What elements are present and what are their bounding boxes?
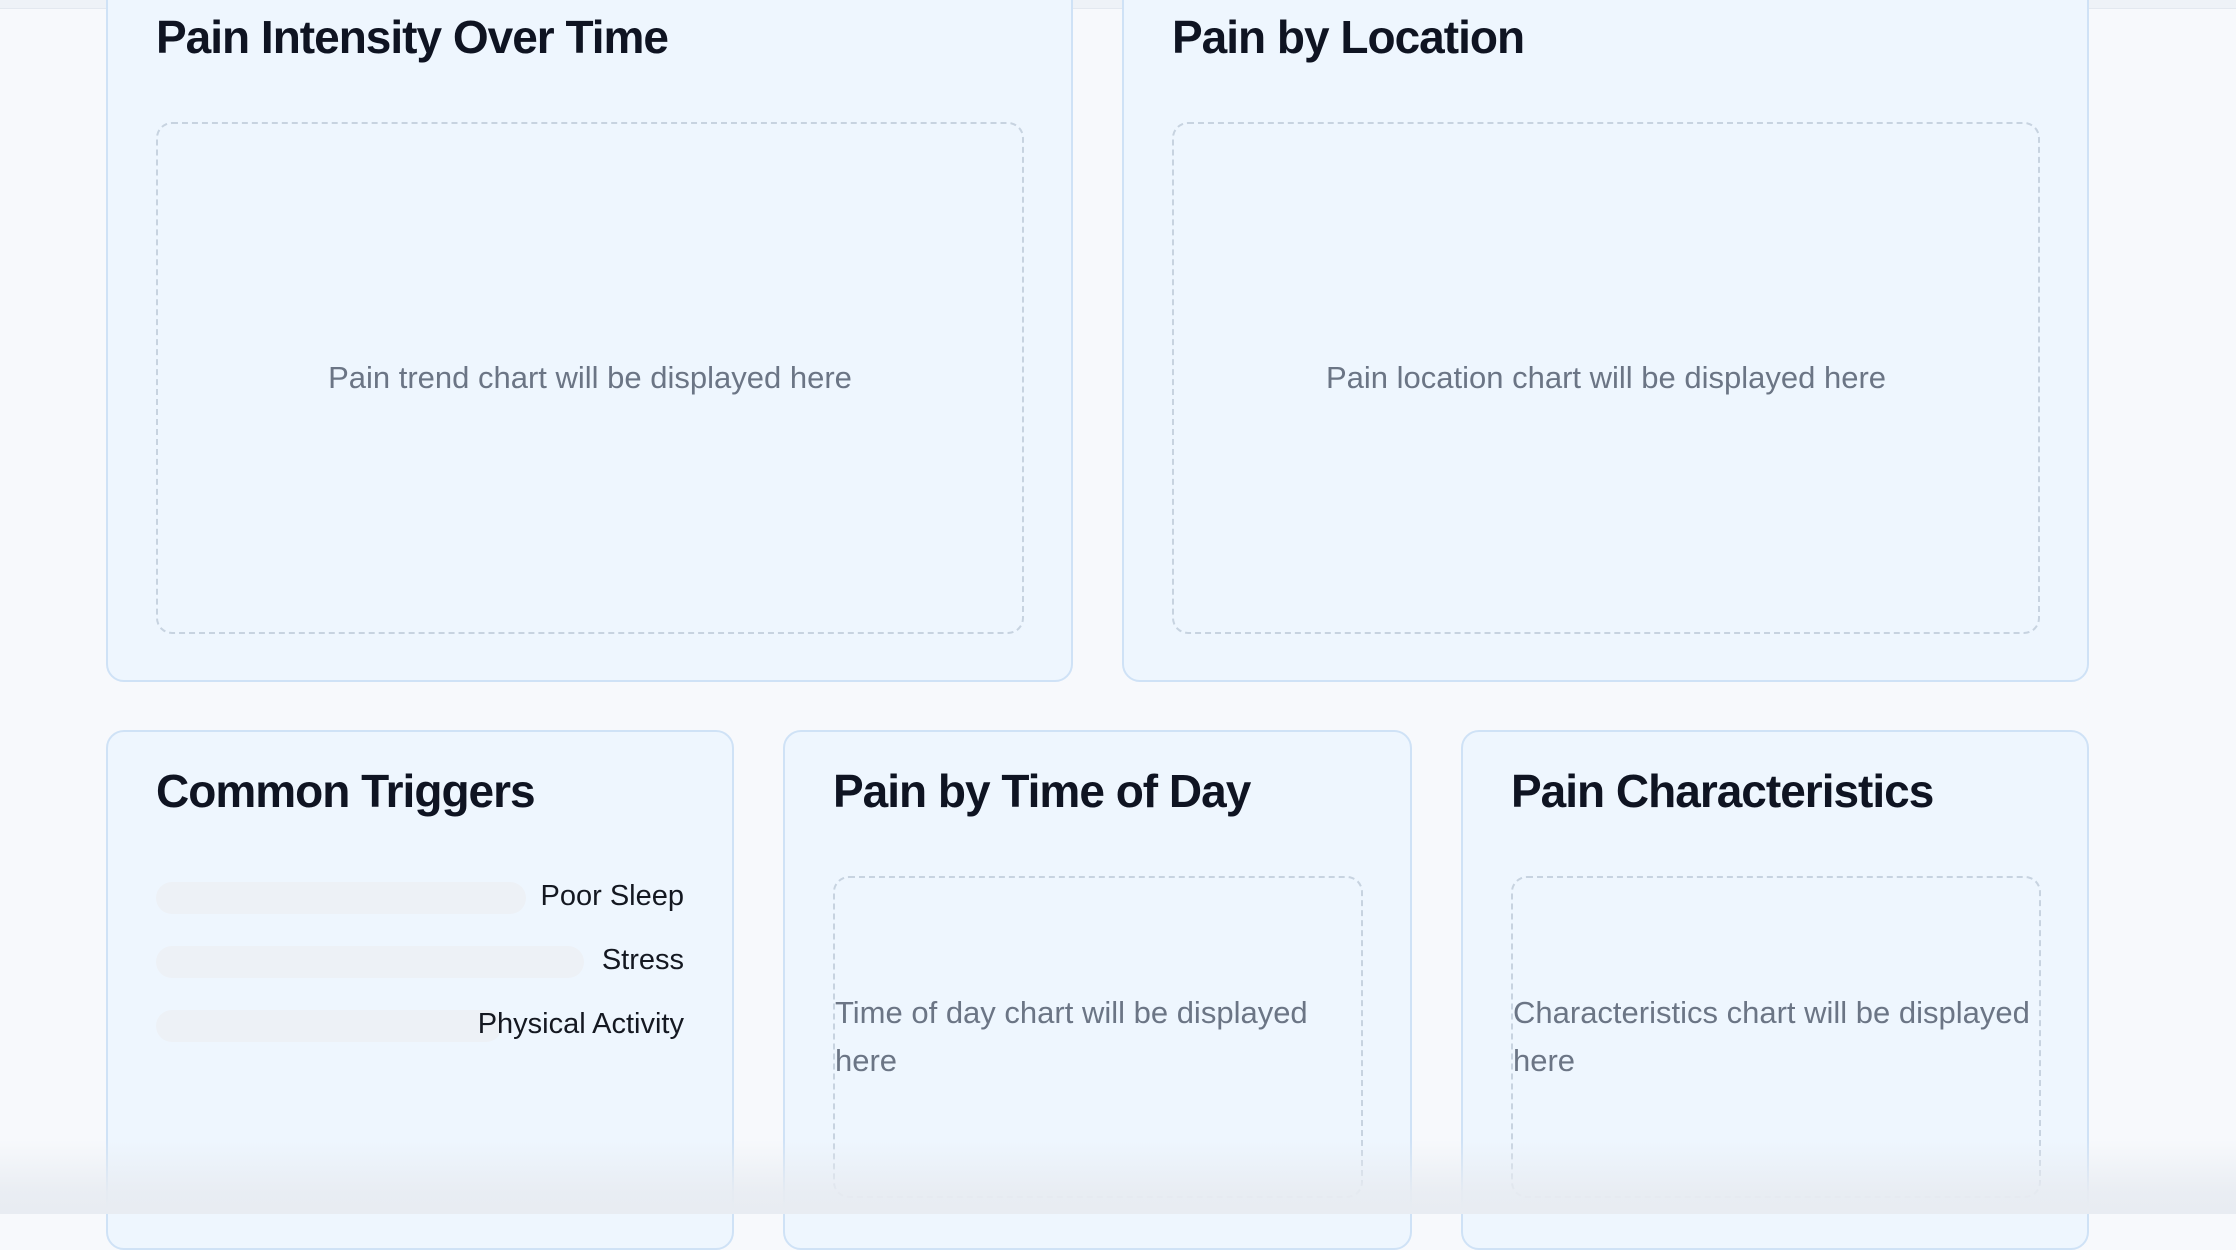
common-triggers-card: Common Triggers Poor Sleep Stress Physic…	[106, 730, 734, 1250]
trigger-label: Poor Sleep	[540, 880, 685, 912]
characteristics-card: Pain Characteristics Characteristics cha…	[1461, 730, 2089, 1250]
pain-location-placeholder-text: Pain location chart will be displayed he…	[1325, 360, 1887, 395]
characteristics-title: Pain Characteristics	[1511, 765, 1934, 817]
pain-intensity-title: Pain Intensity Over Time	[156, 11, 669, 63]
pain-location-card: Pain by Location Pain location chart wil…	[1122, 0, 2089, 682]
trigger-item: Physical Activity	[156, 1004, 684, 1044]
characteristics-chart-placeholder: Characteristics chart will be displayed …	[1511, 876, 2041, 1198]
time-of-day-placeholder-text: Time of day chart will be displayed here	[835, 995, 1308, 1078]
pain-trend-placeholder-text: Pain trend chart will be displayed here	[328, 360, 852, 395]
pain-trend-chart-placeholder: Pain trend chart will be displayed here	[156, 122, 1024, 634]
trigger-bar	[156, 1010, 502, 1042]
common-triggers-title: Common Triggers	[156, 765, 536, 817]
pain-location-chart-placeholder: Pain location chart will be displayed he…	[1172, 122, 2040, 634]
characteristics-placeholder-text: Characteristics chart will be displayed …	[1513, 995, 2030, 1078]
time-of-day-title: Pain by Time of Day	[833, 765, 1251, 817]
trigger-item: Poor Sleep	[156, 876, 684, 916]
time-of-day-card: Pain by Time of Day Time of day chart wi…	[783, 730, 1412, 1250]
trigger-item: Stress	[156, 940, 684, 980]
trigger-label: Stress	[601, 944, 684, 976]
pain-location-title: Pain by Location	[1172, 11, 1525, 63]
time-of-day-chart-placeholder: Time of day chart will be displayed here	[833, 876, 1363, 1198]
trigger-bar	[156, 882, 526, 914]
pain-intensity-card: Pain Intensity Over Time Pain trend char…	[106, 0, 1073, 682]
trigger-label: Physical Activity	[477, 1008, 684, 1040]
trigger-bar	[156, 946, 584, 978]
